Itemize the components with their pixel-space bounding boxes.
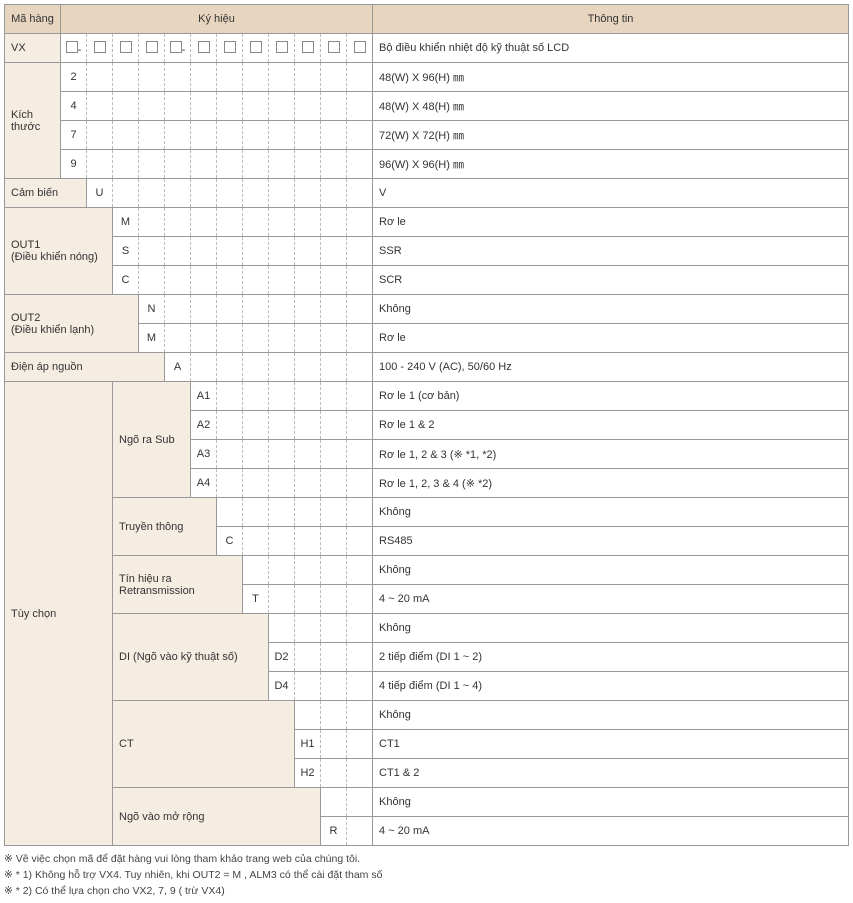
box-icon <box>302 41 314 53</box>
retrans-label: Tín hiệu ra Retransmission <box>113 556 243 614</box>
box-icon <box>250 41 262 53</box>
comm-label: Truyền thông <box>113 498 217 556</box>
box-icon <box>66 41 78 53</box>
note-1: ※ * 1) Không hỗ trợ VX4. Tuy nhiên, khi … <box>4 868 849 884</box>
box-icon <box>354 41 366 53</box>
col-item: Mã hàng <box>5 5 61 34</box>
row-sensor: Cảm biến U V <box>5 179 849 208</box>
box-icon <box>276 41 288 53</box>
row-ext-none: Ngõ vào mở rộng Không <box>5 788 849 817</box>
vx-label: VX <box>5 34 61 63</box>
box-icon <box>120 41 132 53</box>
box-icon <box>146 41 158 53</box>
row-di-none: DI (Ngõ vào kỹ thuật số) Không <box>5 614 849 643</box>
row-out2-n: OUT2 (Điều khiển lạnh) N Không <box>5 295 849 324</box>
box-icon <box>198 41 210 53</box>
note-2: ※ * 2) Có thể lựa chọn cho VX2, 7, 9 ( t… <box>4 884 849 900</box>
row-size-2: Kích thước 2 48(W) X 96(H) ㎜ <box>5 63 849 92</box>
row-out1-m: OUT1 (Điều khiển nóng) M Rơ le <box>5 208 849 237</box>
note-0: ※ Về việc chọn mã để đặt hàng vui lòng t… <box>4 852 849 868</box>
row-sub-a1: Tùy chọn Ngõ ra Sub A1 Rơ le 1 (cơ bản) <box>5 382 849 411</box>
spec-table: Mã hàng Ký hiệu Thông tin VX - - Bộ điều… <box>4 4 849 846</box>
sub-label: Ngõ ra Sub <box>113 382 191 498</box>
out2-label: OUT2 (Điều khiển lạnh) <box>5 295 139 353</box>
row-ct-none: CT Không <box>5 701 849 730</box>
power-label: Điện áp nguồn <box>5 353 165 382</box>
box-icon <box>224 41 236 53</box>
ct-label: CT <box>113 701 295 788</box>
ext-label: Ngõ vào mở rộng <box>113 788 321 846</box>
row-power: Điện áp nguồn A 100 - 240 V (AC), 50/60 … <box>5 353 849 382</box>
box-icon <box>94 41 106 53</box>
out1-label: OUT1 (Điều khiển nóng) <box>5 208 113 295</box>
row-size-9: 9 96(W) X 96(H) ㎜ <box>5 150 849 179</box>
row-size-7: 7 72(W) X 72(H) ㎜ <box>5 121 849 150</box>
row-out1-c: C SCR <box>5 266 849 295</box>
col-symbol: Ký hiệu <box>61 5 373 34</box>
box-icon <box>328 41 340 53</box>
col-info: Thông tin <box>373 5 849 34</box>
sensor-label: Cảm biến <box>5 179 87 208</box>
vx-info: Bộ điều khiển nhiệt độ kỹ thuật số LCD <box>373 34 849 63</box>
row-retrans-none: Tín hiệu ra Retransmission Không <box>5 556 849 585</box>
footnotes: ※ Về việc chọn mã để đặt hàng vui lòng t… <box>4 852 849 899</box>
row-size-4: 4 48(W) X 48(H) ㎜ <box>5 92 849 121</box>
box-icon <box>170 41 182 53</box>
option-label: Tùy chọn <box>5 382 113 846</box>
row-vx: VX - - Bộ điều khiển nhiệt độ kỹ thuật s… <box>5 34 849 63</box>
row-comm-none: Truyền thông Không <box>5 498 849 527</box>
di-label: DI (Ngõ vào kỹ thuật số) <box>113 614 269 701</box>
row-out1-s: S SSR <box>5 237 849 266</box>
size-label: Kích thước <box>5 63 61 179</box>
